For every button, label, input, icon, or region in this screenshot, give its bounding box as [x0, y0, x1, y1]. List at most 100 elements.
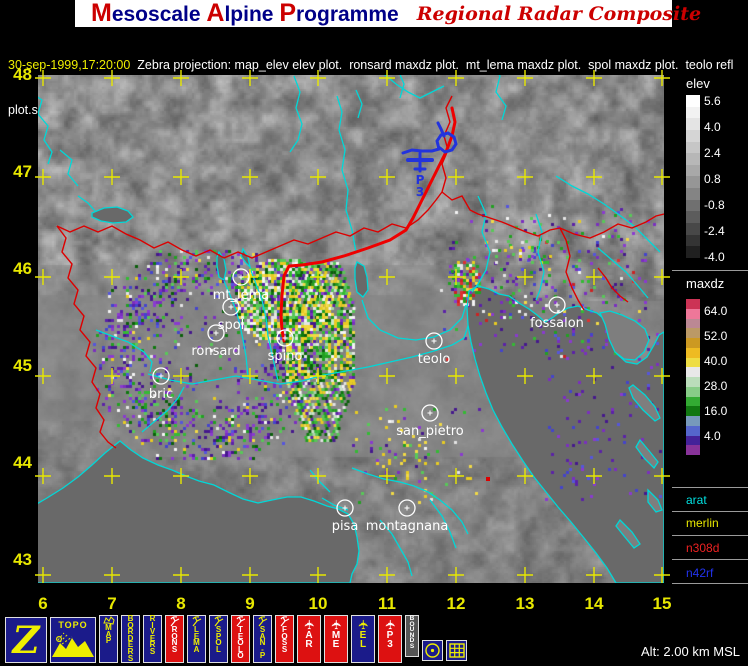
- lat-label-48: 48: [4, 65, 32, 85]
- aircraft-label-arat: arat: [686, 493, 707, 507]
- lon-label-12: 12: [441, 594, 471, 614]
- lat-label-46: 46: [4, 259, 32, 279]
- toolbar-button-map[interactable]: MAP: [99, 615, 118, 663]
- button-label: FOSS: [281, 627, 287, 653]
- toolbar-button-foss[interactable]: FOSS: [275, 615, 294, 663]
- aircraft-label-n42rf: n42rf: [686, 566, 713, 580]
- toolbar-button-el[interactable]: ✈EL: [351, 615, 375, 663]
- lon-label-9: 9: [235, 594, 265, 614]
- toolbar-button-p3[interactable]: ✈P3: [378, 615, 402, 663]
- maxdz-legend-title: maxdz: [686, 276, 724, 291]
- mountain-icon: [52, 630, 94, 658]
- aircraft-label-merlin: merlin: [686, 516, 719, 530]
- colorbar-segment: [686, 367, 700, 377]
- legend-sidebar: elev5.64.02.40.8-0.8-2.4-4.0maxdz64.052.…: [668, 60, 748, 612]
- colorbar-segment: [686, 338, 700, 348]
- button-label: MAP: [105, 625, 112, 645]
- toolbar-button-center[interactable]: [422, 640, 443, 661]
- colorbar-segment: [686, 211, 700, 223]
- colorbar-segment: [686, 299, 700, 309]
- toolbar-button-san-p[interactable]: SAN-P: [253, 615, 272, 663]
- colorbar-segment: [686, 436, 700, 446]
- zebra-window: Mesoscale Alpine Programme Regional Rada…: [0, 0, 748, 666]
- button-label: SAN-P: [260, 627, 266, 660]
- title-segment: P: [279, 0, 296, 27]
- lat-label-43: 43: [4, 550, 32, 570]
- button-label: ME: [332, 631, 340, 649]
- app-title: Mesoscale Alpine Programme: [91, 0, 399, 28]
- button-label: SPOL: [215, 627, 221, 653]
- lat-label-47: 47: [4, 162, 32, 182]
- title-segment: M: [91, 0, 112, 27]
- colorbar-segment: [686, 328, 700, 338]
- colorbar-segment: [686, 319, 700, 329]
- button-label: LEMA: [193, 627, 200, 653]
- colorbar-segment: [686, 416, 700, 426]
- app-subtitle: Regional Radar Composite: [417, 3, 701, 25]
- toolbar-button-grid[interactable]: [446, 640, 467, 661]
- toolbar-button-ar[interactable]: ✈AR: [297, 615, 321, 663]
- colorbar-tick: 0.8: [704, 172, 721, 186]
- legend-divider: [672, 535, 748, 536]
- toolbar-button-rons[interactable]: RONS: [165, 615, 184, 663]
- toolbar-button-bounds[interactable]: BOUNDS: [405, 615, 419, 657]
- lat-label-44: 44: [4, 453, 32, 473]
- toolbar-button-teolo[interactable]: TEOLO: [231, 615, 250, 663]
- colorbar-segment: [686, 406, 700, 416]
- lon-label-13: 13: [510, 594, 540, 614]
- legend-divider: [672, 583, 748, 584]
- grid-icon: [449, 643, 465, 658]
- colorbar-segment: [686, 309, 700, 319]
- colorbar-tick: 16.0: [704, 404, 727, 418]
- toolbar-button-rivers[interactable]: RIVERS: [143, 615, 162, 663]
- altitude-readout: Alt: 2.00 km MSL: [641, 644, 740, 659]
- elev-legend-title: elev: [686, 76, 710, 91]
- colorbar-segment: [686, 377, 700, 387]
- colorbar-segment: [686, 176, 700, 188]
- colorbar-tick: -4.0: [704, 250, 725, 264]
- lon-label-8: 8: [166, 594, 196, 614]
- toolbar-button-lema[interactable]: LEMA: [187, 615, 206, 663]
- plane-icon: ✈: [330, 619, 343, 630]
- colorbar-tick: 52.0: [704, 329, 727, 343]
- colorbar-segment: [686, 153, 700, 165]
- colorbar-segment: [686, 107, 700, 119]
- colorbar-tick: 4.0: [704, 429, 721, 443]
- button-label: AR: [305, 631, 312, 649]
- colorbar-tick: 4.0: [704, 120, 721, 134]
- colorbar-segment: [686, 348, 700, 358]
- toolbar-button-borders[interactable]: BORDERS: [121, 615, 140, 663]
- toolbar-button-me[interactable]: ✈ME: [324, 615, 348, 663]
- circle-dot-icon: [424, 642, 441, 659]
- colorbar-segment: [686, 95, 700, 107]
- colorbar-segment: [686, 426, 700, 436]
- button-label: P3: [387, 631, 394, 649]
- button-label: RIVERS: [150, 616, 156, 656]
- colorbar-segment: [686, 165, 700, 177]
- map-canvas: [38, 75, 664, 583]
- colorbar-tick: 2.4: [704, 146, 721, 160]
- plane-icon: ✈: [384, 619, 397, 630]
- title-bar: Mesoscale Alpine Programme Regional Rada…: [75, 0, 672, 27]
- toolbar-button-topo[interactable]: TOPO: [50, 617, 96, 663]
- lon-label-10: 10: [303, 594, 333, 614]
- aircraft-label-n308d: n308d: [686, 541, 719, 555]
- topo-label: TOPO: [58, 620, 87, 630]
- plane-icon: ✈: [357, 619, 370, 630]
- map-viewport[interactable]: [38, 75, 664, 583]
- colorbar-segment: [686, 246, 700, 258]
- legend-divider: [672, 487, 748, 488]
- colorbar-segment: [686, 130, 700, 142]
- colorbar-segment: [686, 445, 700, 455]
- button-label: EL: [360, 631, 367, 649]
- colorbar-segment: [686, 200, 700, 212]
- toolbar-button-spol[interactable]: SPOL: [209, 615, 228, 663]
- title-segment: A: [206, 0, 224, 27]
- toolbar-button-zebra[interactable]: Z: [5, 617, 47, 663]
- button-label: TEOLO: [237, 627, 243, 660]
- colorbar-tick: 40.0: [704, 354, 727, 368]
- colorbar-segment: [686, 142, 700, 154]
- colorbar-segment: [686, 118, 700, 130]
- zebra-logo: Z: [12, 621, 39, 659]
- title-segment: esoscale: [112, 3, 207, 26]
